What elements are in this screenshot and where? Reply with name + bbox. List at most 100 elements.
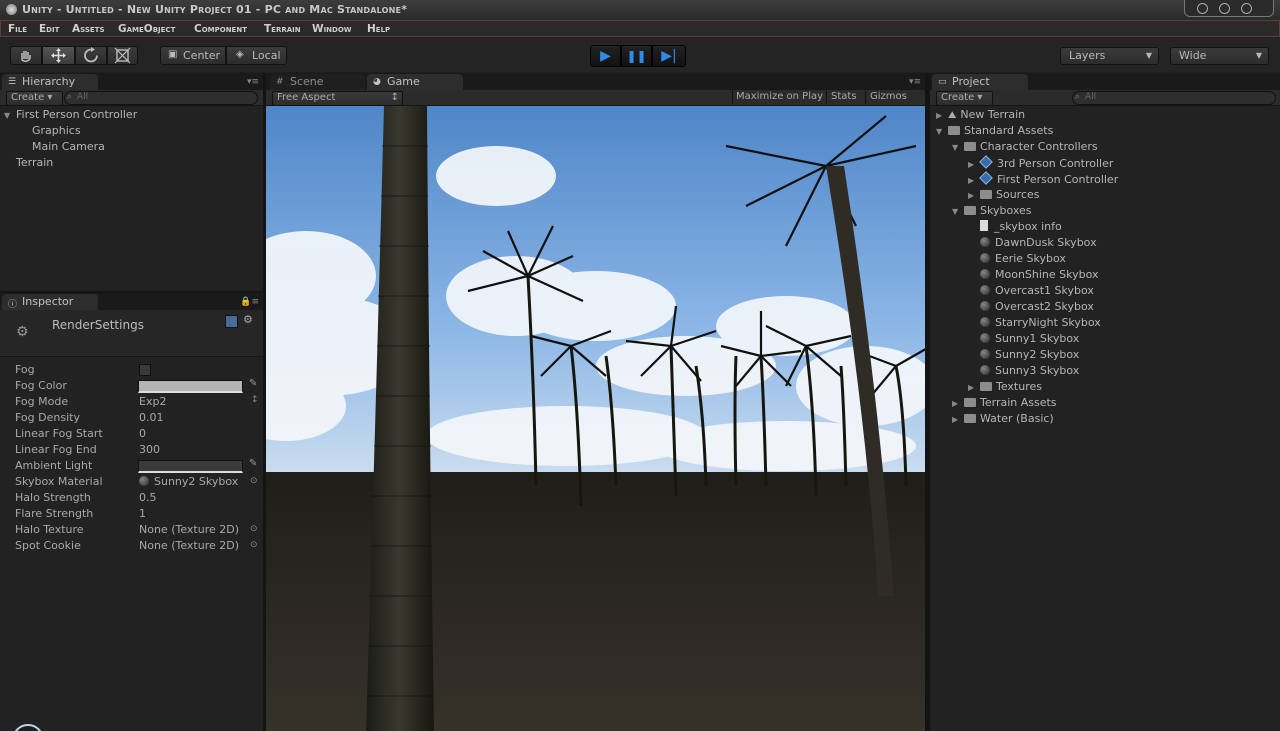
layout-dropdown[interactable]: Wide ▼ <box>1170 47 1269 65</box>
hierarchy-create-dropdown[interactable]: Create ▾ <box>6 91 64 106</box>
panel-menu-icon[interactable]: ▾≡ <box>909 77 921 87</box>
project-item[interactable]: ▶ Terrain Assets <box>952 396 1057 409</box>
property-value[interactable]: 0 <box>139 427 146 440</box>
collapse-arrow-icon[interactable]: ▶ <box>968 383 980 392</box>
hierarchy-search-input[interactable]: All <box>64 91 258 105</box>
project-item[interactable]: Sunny3 Skybox <box>968 364 1079 377</box>
project-item[interactable]: ▶ First Person Controller <box>968 171 1118 186</box>
collapse-arrow-icon[interactable]: ▶ <box>936 111 948 120</box>
project-item[interactable]: Sunny2 Skybox <box>968 348 1079 361</box>
project-item[interactable]: ▶ Textures <box>968 380 1042 393</box>
rotate-tool-button[interactable] <box>75 46 107 65</box>
move-tool-button[interactable] <box>42 46 75 65</box>
maximize-on-play-toggle[interactable]: Maximize on Play <box>732 91 826 104</box>
menu-help[interactable]: Help <box>367 23 390 35</box>
splitter-left[interactable] <box>263 73 266 731</box>
collapse-arrow-icon[interactable]: ▶ <box>968 191 980 200</box>
project-item[interactable]: Overcast1 Skybox <box>968 284 1094 297</box>
color-field[interactable] <box>138 460 243 473</box>
expand-arrow-icon[interactable]: ▼ <box>4 111 16 120</box>
expand-arrow-icon[interactable]: ▼ <box>936 127 948 136</box>
project-item[interactable]: _skybox info <box>968 220 1062 233</box>
splitter-horizontal[interactable] <box>0 291 263 293</box>
project-item[interactable]: Overcast2 Skybox <box>968 300 1094 313</box>
fog-checkbox[interactable] <box>139 364 151 376</box>
project-item[interactable]: DawnDusk Skybox <box>968 236 1097 249</box>
menu-file[interactable]: File <box>8 23 27 35</box>
space-local-button[interactable]: ◈ Local <box>226 46 287 65</box>
object-picker-icon[interactable]: ⊙ <box>250 540 258 550</box>
property-label: Spot Cookie <box>15 539 81 552</box>
project-item[interactable]: StarryNight Skybox <box>968 316 1101 329</box>
pause-button[interactable]: ❚❚ <box>621 45 652 67</box>
project-item[interactable]: ▶ ⛰ New Terrain <box>936 108 1025 121</box>
layers-dropdown[interactable]: Layers ▼ <box>1060 47 1159 65</box>
gizmos-dropdown[interactable]: Gizmos <box>865 91 911 104</box>
stats-toggle[interactable]: Stats <box>826 91 861 104</box>
property-value[interactable]: 1 <box>139 507 146 520</box>
property-value[interactable]: 0.5 <box>139 491 157 504</box>
property-label: Ambient Light <box>15 459 93 472</box>
menu-assets[interactable]: Assets <box>72 23 105 35</box>
property-value[interactable]: 0.01 <box>139 411 164 424</box>
property-value[interactable]: None (Texture 2D) <box>139 523 239 536</box>
help-book-icon[interactable] <box>225 315 238 328</box>
menu-gameobject[interactable]: GameObject <box>118 23 175 35</box>
project-item[interactable]: ▼ Standard Assets <box>936 124 1053 137</box>
tab-game[interactable]: ◕ Game <box>367 74 463 90</box>
maximize-button[interactable] <box>1219 3 1230 14</box>
tab-game-label: Game <box>387 75 420 88</box>
gear-icon[interactable]: ⚙ <box>243 313 253 326</box>
play-button[interactable]: ▶ <box>590 45 621 67</box>
project-create-dropdown[interactable]: Create ▾ <box>936 91 994 106</box>
minimize-button[interactable] <box>1197 3 1208 14</box>
project-item-label: Eerie Skybox <box>995 252 1066 265</box>
tab-scene[interactable]: # Scene <box>270 74 365 90</box>
property-value[interactable]: None (Texture 2D) <box>139 539 239 552</box>
object-picker-icon[interactable]: ⊙ <box>250 476 258 486</box>
project-item[interactable]: ▶ Sources <box>968 188 1040 201</box>
property-value[interactable]: 300 <box>139 443 160 456</box>
eyedropper-icon[interactable]: ✎ <box>249 458 257 469</box>
expand-arrow-icon[interactable]: ▼ <box>952 207 964 216</box>
project-item[interactable]: MoonShine Skybox <box>968 268 1099 281</box>
menu-window[interactable]: Window <box>312 23 352 35</box>
hierarchy-item[interactable]: Main Camera <box>20 140 105 153</box>
tab-inspector[interactable]: ⓘ Inspector <box>2 294 98 310</box>
project-item[interactable]: ▼ Skyboxes <box>952 204 1032 217</box>
project-item[interactable]: Eerie Skybox <box>968 252 1066 265</box>
project-item[interactable]: ▶ 3rd Person Controller <box>968 155 1113 170</box>
project-item[interactable]: ▶ Water (Basic) <box>952 412 1054 425</box>
menu-terrain[interactable]: Terrain <box>264 23 301 35</box>
collapse-arrow-icon[interactable]: ▶ <box>952 415 964 424</box>
hand-tool-button[interactable] <box>10 46 42 65</box>
tab-hierarchy[interactable]: ☰ Hierarchy <box>2 74 98 90</box>
collapse-arrow-icon[interactable]: ▶ <box>952 399 964 408</box>
tab-project[interactable]: ▭ Project <box>932 74 1028 90</box>
project-item[interactable]: ▼ Character Controllers <box>952 140 1098 153</box>
property-value[interactable]: Exp2 <box>139 395 166 408</box>
pivot-center-button[interactable]: ▣ Center <box>160 46 226 65</box>
menu-component[interactable]: Component <box>194 23 247 35</box>
project-item[interactable]: Sunny1 Skybox <box>968 332 1079 345</box>
game-viewport[interactable] <box>266 106 925 731</box>
eyedropper-icon[interactable]: ✎ <box>249 378 257 389</box>
aspect-dropdown[interactable]: Free Aspect ↕ <box>272 91 403 106</box>
property-value[interactable]: Sunny2 Skybox <box>139 475 238 488</box>
hierarchy-item[interactable]: Graphics <box>20 124 81 137</box>
hierarchy-item[interactable]: ▼ First Person Controller <box>4 108 137 121</box>
enum-arrow-icon[interactable]: ↕ <box>251 395 259 405</box>
color-field[interactable] <box>138 380 243 393</box>
hierarchy-item[interactable]: Terrain <box>4 156 53 169</box>
object-picker-icon[interactable]: ⊙ <box>250 524 258 534</box>
lock-and-menu-icon[interactable]: 🔒≡ <box>240 297 259 307</box>
scale-tool-button[interactable] <box>107 46 138 65</box>
close-button[interactable] <box>1241 3 1252 14</box>
project-search-input[interactable]: All <box>1072 91 1276 105</box>
step-button[interactable]: ▶| <box>652 45 686 67</box>
expand-arrow-icon[interactable]: ▼ <box>952 143 964 152</box>
game-render <box>266 106 925 731</box>
panel-menu-icon[interactable]: ▾≡ <box>247 77 259 87</box>
project-item-label: MoonShine Skybox <box>995 268 1099 281</box>
menu-edit[interactable]: Edit <box>39 23 59 35</box>
